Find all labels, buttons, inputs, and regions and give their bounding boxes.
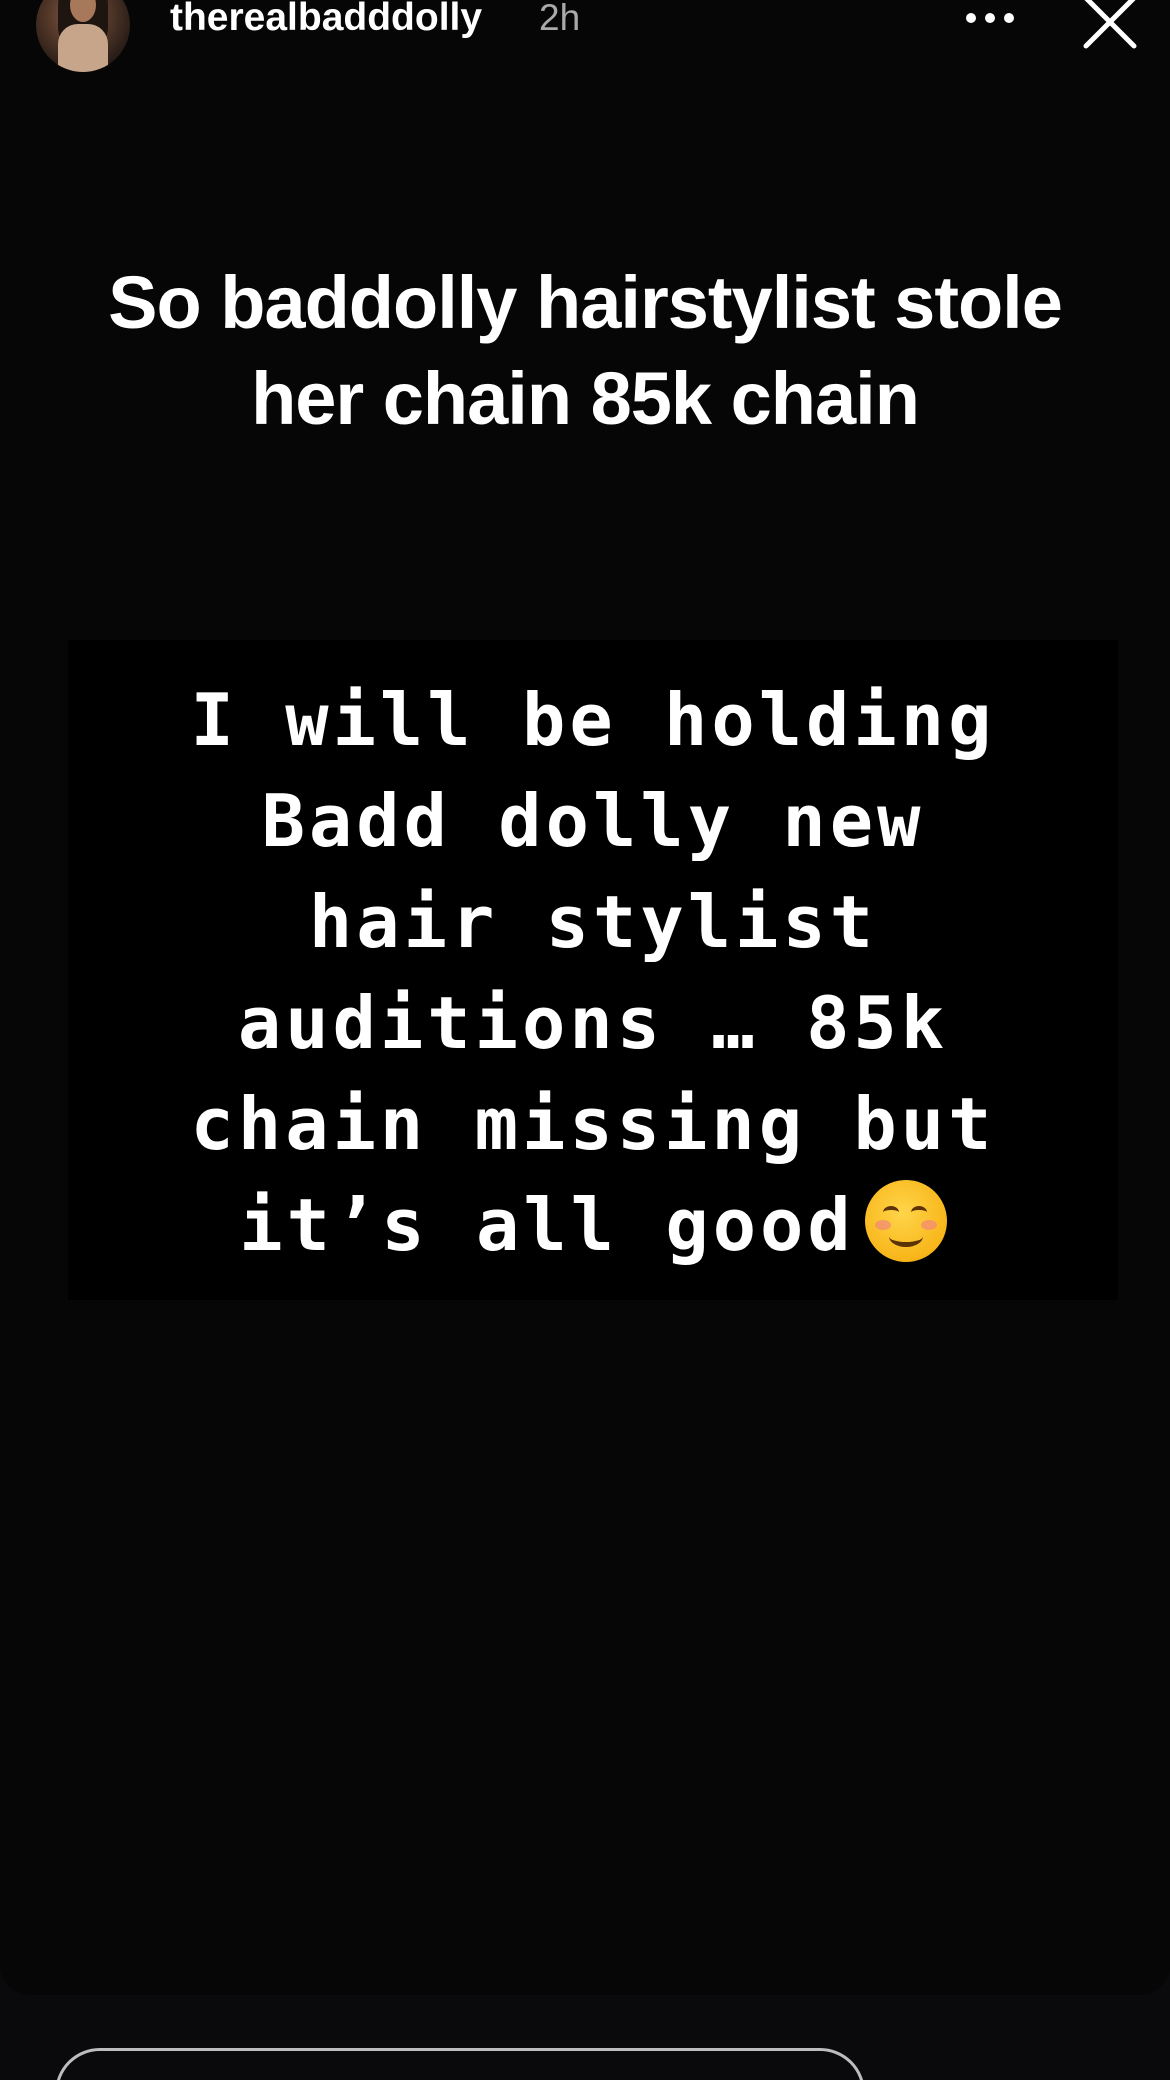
story-header: therealbadddolly 2h <box>0 0 1170 72</box>
story-frame: therealbadddolly 2h So baddolly hairstyl… <box>0 0 1170 1995</box>
story-caption: So baddolly hairstylist stole her chain … <box>108 261 1063 440</box>
reply-input[interactable] <box>55 2048 865 2080</box>
post-time: 2h <box>539 0 581 38</box>
close-icon <box>1083 0 1137 49</box>
avatar[interactable] <box>36 0 130 72</box>
more-options-button[interactable] <box>960 0 1020 36</box>
ellipsis-icon <box>966 13 1014 23</box>
close-button[interactable] <box>1080 0 1140 52</box>
pixel-text: I will be holding Badd dolly new hair st… <box>190 678 996 1267</box>
username-link[interactable]: therealbadddolly <box>170 0 482 40</box>
smiling-face-emoji-icon <box>864 1180 947 1262</box>
pixel-text-box: I will be holding Badd dolly new hair st… <box>68 640 1118 1300</box>
